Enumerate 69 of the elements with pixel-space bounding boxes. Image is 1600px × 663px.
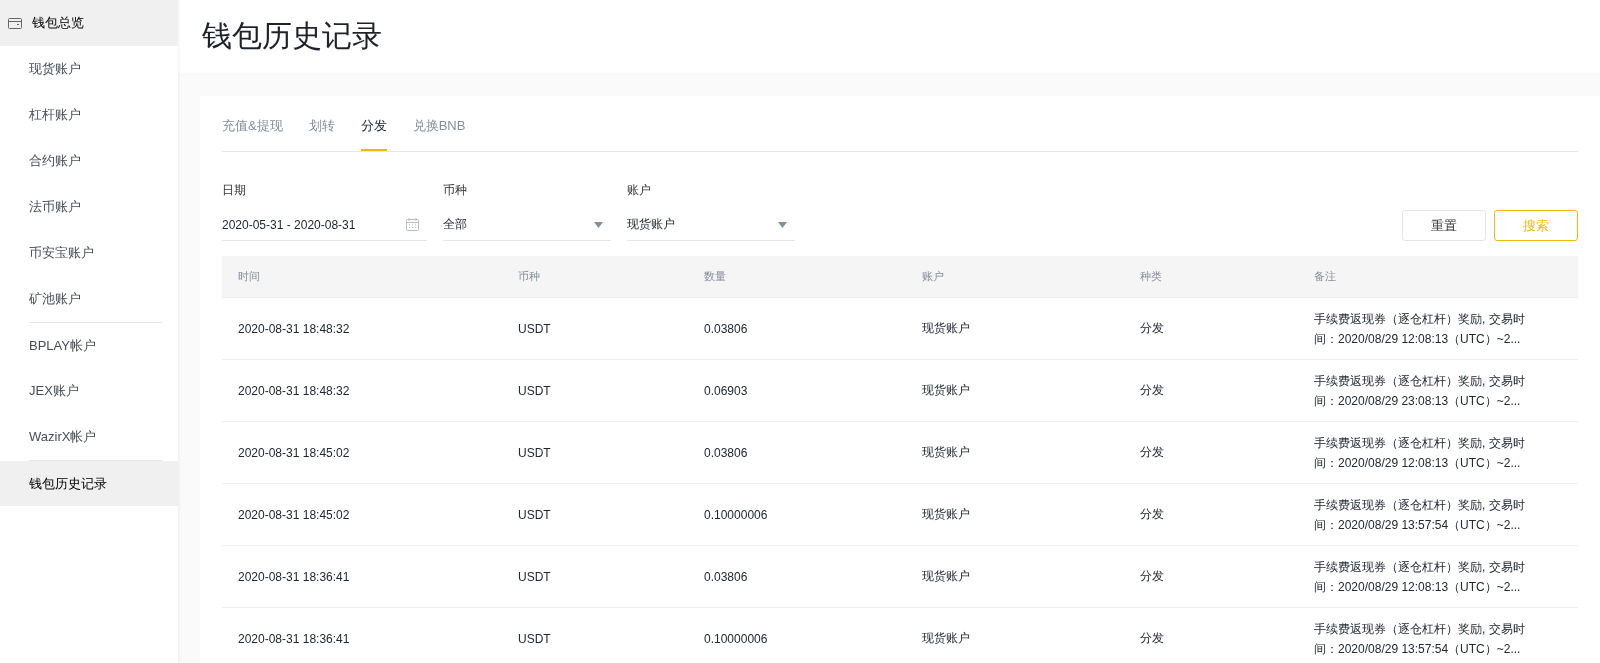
sidebar-item[interactable]: 钱包历史记录	[0, 461, 178, 506]
table-cell-text: 2020-08-31 18:45:02	[238, 445, 351, 460]
note-cell-text: 手续费返现券（逐仓杠杆）奖励, 交易时 间：2020/08/29 12:08:13（UTC）~2...	[1314, 558, 1526, 596]
table-cell-text: USDT	[518, 507, 552, 522]
column-header: 数量	[704, 269, 727, 284]
note-cell-text: 手续费返现券（逐仓杠杆）奖励, 交易时 间：2020/08/29 12:08:13（UTC）~2...	[1314, 434, 1526, 472]
table-cell-text: 2020-08-31 18:48:32	[238, 383, 351, 398]
select-field[interactable]: 全部	[443, 209, 611, 241]
table-cell-text: 现货账户	[922, 320, 971, 337]
table-cell-text: 0.03806	[704, 445, 749, 460]
column-header: 账户	[922, 269, 945, 284]
column-header: 种类	[1140, 269, 1163, 284]
column-header: 备注	[1314, 269, 1337, 284]
table-cell-text: 分发	[1140, 444, 1165, 461]
note-cell-text: 手续费返现券（逐仓杠杆）奖励, 交易时 间：2020/08/29 12:08:13（UTC）~2...	[1314, 310, 1526, 348]
table-cell-text: USDT	[518, 631, 552, 646]
sidebar-item[interactable]: 法币账户	[0, 184, 178, 230]
table-cell-text: USDT	[518, 383, 552, 398]
table-cell-text: 0.10000006	[704, 507, 769, 522]
table-cell-text: 现货账户	[922, 444, 971, 461]
table-cell-text: 0.10000006	[704, 631, 769, 646]
filter-label: 日期	[222, 182, 247, 199]
table-cell-text: 0.03806	[704, 569, 749, 584]
filter-label: 币种	[443, 182, 468, 199]
table-cell-text: USDT	[518, 569, 552, 584]
table-cell-text: 分发	[1140, 382, 1165, 399]
note-cell-text: 手续费返现券（逐仓杠杆）奖励, 交易时 间：2020/08/29 13:57:54（UTC）~2...	[1314, 620, 1526, 658]
table-cell-text: 现货账户	[922, 506, 971, 523]
table-cell-text: 0.03806	[704, 321, 749, 336]
date-range-field[interactable]: 2020-05-31 - 2020-08-31	[222, 209, 427, 241]
table-cell-text: 分发	[1140, 320, 1165, 337]
filter-label: 账户	[627, 182, 652, 199]
note-cell-text: 手续费返现券（逐仓杠杆）奖励, 交易时 间：2020/08/29 23:08:13（UTC）~2...	[1314, 372, 1526, 410]
table-cell-text: 现货账户	[922, 630, 971, 647]
table-cell-text: 2020-08-31 18:45:02	[238, 507, 351, 522]
sidebar-item[interactable]: BPLAY帐户	[0, 323, 178, 368]
column-header: 币种	[518, 269, 541, 284]
tab[interactable]: 充值&提现	[222, 117, 283, 151]
sidebar-item[interactable]: WazirX帐户	[0, 414, 178, 460]
sidebar-item[interactable]: 杠杆账户	[0, 92, 178, 138]
page-title: 钱包历史记录	[202, 18, 382, 54]
reset-button[interactable]: 重置	[1402, 210, 1486, 241]
select-field[interactable]: 现货账户	[627, 209, 795, 241]
dropdown-caret-icon	[594, 221, 603, 228]
tab[interactable]: 分发	[360, 117, 387, 151]
sidebar-item[interactable]: JEX账户	[0, 368, 178, 414]
table-cell-text: 分发	[1140, 568, 1165, 585]
table-cell-text: USDT	[518, 321, 552, 336]
table-cell-text: 2020-08-31 18:36:41	[238, 569, 351, 584]
sidebar-item[interactable]: 合约账户	[0, 138, 178, 184]
tab[interactable]: 划转	[308, 117, 335, 151]
table-cell-text: 分发	[1140, 630, 1165, 647]
dropdown-caret-icon	[778, 221, 787, 228]
table-cell-text: 0.06903	[704, 383, 749, 398]
table-cell-text: 现货账户	[922, 382, 971, 399]
wallet-icon	[8, 17, 22, 29]
column-header: 时间	[238, 269, 261, 284]
sidebar-item[interactable]: 币安宝账户	[0, 230, 178, 276]
table-cell-text: 2020-08-31 18:36:41	[238, 631, 351, 646]
sidebar-item[interactable]: 钱包总览	[0, 0, 178, 46]
table-cell-text: 现货账户	[922, 568, 971, 585]
calendar-icon	[406, 218, 419, 231]
table-cell-text: 分发	[1140, 506, 1165, 523]
sidebar-item[interactable]: 矿池账户	[0, 276, 178, 322]
sidebar-item[interactable]: 现货账户	[0, 46, 178, 92]
tab[interactable]: 兑换BNB	[412, 117, 466, 151]
table-cell-text: 2020-08-31 18:48:32	[238, 321, 351, 336]
note-cell-text: 手续费返现券（逐仓杠杆）奖励, 交易时 间：2020/08/29 13:57:54（UTC）~2...	[1314, 496, 1526, 534]
table-cell-text: USDT	[518, 445, 552, 460]
